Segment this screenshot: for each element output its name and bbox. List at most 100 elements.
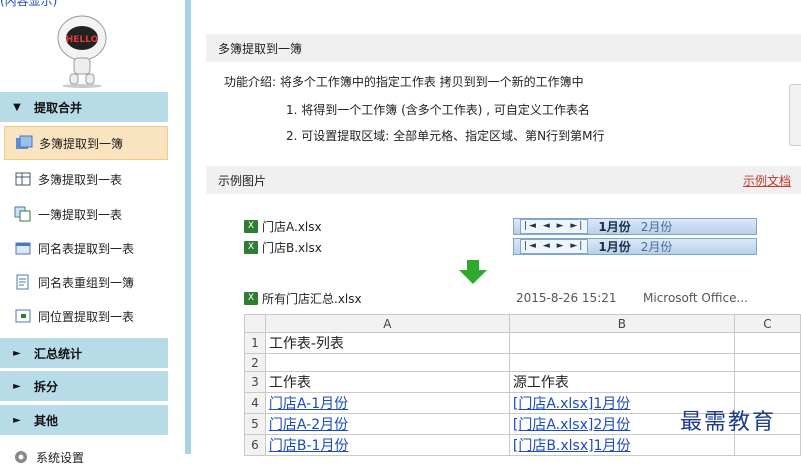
- file-name: 所有门店汇总.xlsx: [262, 292, 362, 306]
- section-other[interactable]: ► 其他: [0, 405, 168, 436]
- column-header: C: [733, 314, 801, 333]
- chevron-right-icon: ►: [13, 347, 21, 359]
- side-action-button[interactable]: [789, 84, 801, 146]
- cell: 门店B-1月份: [264, 434, 510, 456]
- document-icon: [16, 274, 29, 290]
- cell: [门店B.xlsx]1月份: [508, 434, 735, 456]
- row-number: 5: [244, 413, 266, 435]
- excel-file-icon: X: [244, 292, 258, 305]
- sheet-nav-icon[interactable]: |◄ ◄ ► ►|: [520, 239, 589, 254]
- sheet-icon: [15, 172, 31, 186]
- watermark: 最需教育: [680, 410, 777, 435]
- grid-position-icon: [15, 309, 31, 323]
- sidebar-item-same-position-to-sheet[interactable]: 同位置提取到一表: [4, 299, 168, 333]
- sheet-tabs-a: |◄ ◄ ► ►| 1月份 2月份: [513, 218, 757, 235]
- file-store-a: X 门店A.xlsx: [244, 218, 322, 235]
- table-row: 1 工作表-列表: [244, 332, 801, 354]
- table-row: 2: [244, 353, 801, 372]
- gear-icon: [15, 451, 27, 463]
- sheet-link[interactable]: 门店A-2月份: [269, 417, 348, 433]
- feature-intro: 功能介绍: 将多个工作簿中的指定工作表 拷贝到到一个新的工作簿中: [224, 75, 584, 89]
- chevron-right-icon: ►: [13, 414, 21, 426]
- source-link[interactable]: [门店B.xlsx]1月份: [513, 438, 631, 454]
- excel-file-icon: X: [244, 220, 258, 233]
- section-label: 其他: [34, 413, 59, 428]
- sidebar-item-label: 同名表重组到一簿: [38, 275, 135, 290]
- file-output: X 所有门店汇总.xlsx: [244, 290, 362, 307]
- file-app: Microsoft Office...: [643, 291, 748, 305]
- table-icon: [15, 242, 31, 255]
- column-header: B: [508, 314, 735, 333]
- sidebar-item-label: 系统设置: [36, 450, 85, 465]
- sidebar-item-multi-book-to-sheet[interactable]: 多簿提取到一表: [4, 162, 168, 196]
- section-summary-stats[interactable]: ► 汇总统计: [0, 338, 168, 369]
- cell: [264, 353, 510, 372]
- sidebar-top-text: (内容显示): [0, 0, 58, 8]
- feature-point-2: 2. 可设置提取区域: 全部单元格、指定区域、第N行到第M行: [286, 129, 605, 143]
- table-row: 6 门店B-1月份 [门店B.xlsx]1月份: [244, 434, 801, 456]
- sheet-tab-active[interactable]: 1月份: [598, 218, 630, 235]
- cell: [733, 434, 801, 456]
- file-name: 门店B.xlsx: [262, 241, 322, 255]
- example-title: 示例图片: [218, 173, 267, 188]
- chevron-down-icon: ▼: [13, 101, 21, 113]
- source-link[interactable]: [门店A.xlsx]2月份: [513, 417, 630, 433]
- cell: 工作表: [264, 371, 510, 393]
- cell: [733, 353, 801, 372]
- cell: 源工作表: [508, 371, 735, 393]
- sidebar-item-same-name-to-sheet[interactable]: 同名表提取到一表: [4, 231, 168, 265]
- copy-icon: [14, 206, 31, 222]
- cell: 门店A-1月份: [264, 392, 510, 414]
- excel-file-icon: X: [244, 241, 258, 254]
- column-header: A: [264, 314, 510, 333]
- file-date: 2015-8-26 15:21: [516, 291, 617, 305]
- sheet-tab[interactable]: 2月份: [641, 238, 673, 255]
- cell: 工作表-列表: [264, 332, 510, 354]
- section-label: 提取合并: [34, 100, 83, 115]
- sidebar-item-one-book-to-sheet[interactable]: 一簿提取到一表: [4, 197, 168, 231]
- section-title-feature: 多簿提取到一簿: [206, 34, 801, 62]
- sidebar: (内容显示) HELLO ▼ 提取合并 多簿提取到一簿 多簿提取到一表 一簿提取…: [0, 0, 168, 465]
- file-store-b: X 门店B.xlsx: [244, 239, 322, 256]
- avatar-text: HELLO: [66, 35, 99, 45]
- sidebar-item-multi-book-to-book[interactable]: 多簿提取到一簿: [4, 126, 168, 160]
- sheet-tab[interactable]: 2月份: [641, 218, 673, 235]
- table-row: 3 工作表 源工作表: [244, 371, 801, 393]
- section-split[interactable]: ► 拆分: [0, 371, 168, 402]
- sheet-link[interactable]: 门店A-1月份: [269, 396, 348, 412]
- feature-point-1: 1. 将得到一个工作簿 (含多个工作表) , 可自定义工作表名: [286, 103, 590, 117]
- file-name: 门店A.xlsx: [262, 220, 322, 234]
- source-link[interactable]: [门店A.xlsx]1月份: [513, 396, 630, 412]
- section-extract-merge[interactable]: ▼ 提取合并: [0, 92, 168, 123]
- down-arrow-icon: [459, 260, 487, 284]
- workbook-icon: [16, 135, 33, 149]
- grid-corner: [244, 314, 266, 333]
- sidebar-item-system-settings[interactable]: 系统设置: [8, 440, 172, 474]
- main-panel: 多簿提取到一簿 功能介绍: 将多个工作簿中的指定工作表 拷贝到到一个新的工作簿中…: [206, 0, 801, 456]
- sidebar-item-same-name-regroup[interactable]: 同名表重组到一簿: [4, 265, 168, 299]
- chevron-right-icon: ►: [13, 380, 21, 392]
- sheet-link[interactable]: 门店B-1月份: [269, 438, 349, 454]
- row-number: 2: [244, 353, 266, 372]
- section-label: 汇总统计: [34, 346, 83, 361]
- row-number: 4: [244, 392, 266, 414]
- cell: 门店A-2月份: [264, 413, 510, 435]
- sheet-tab-active[interactable]: 1月份: [598, 238, 630, 255]
- cell: [508, 332, 735, 354]
- section-title-example: 示例图片 示例文档: [206, 166, 801, 194]
- robot-avatar: HELLO: [57, 15, 107, 88]
- sidebar-item-label: 同位置提取到一表: [38, 309, 135, 324]
- cell: [733, 332, 801, 354]
- sheet-nav-icon[interactable]: |◄ ◄ ► ►|: [520, 219, 589, 234]
- cell: [508, 353, 735, 372]
- row-number: 1: [244, 332, 266, 354]
- sidebar-item-label: 多簿提取到一表: [38, 172, 123, 187]
- sidebar-item-label: 多簿提取到一簿: [39, 136, 124, 151]
- example-doc-link[interactable]: 示例文档: [743, 172, 791, 189]
- sheet-tabs-b: |◄ ◄ ► ►| 1月份 2月份: [513, 238, 757, 255]
- grid-header-row: A B C: [244, 314, 801, 333]
- sidebar-divider: [185, 0, 191, 454]
- row-number: 3: [244, 371, 266, 393]
- row-number: 6: [244, 434, 266, 456]
- cell: [733, 371, 801, 393]
